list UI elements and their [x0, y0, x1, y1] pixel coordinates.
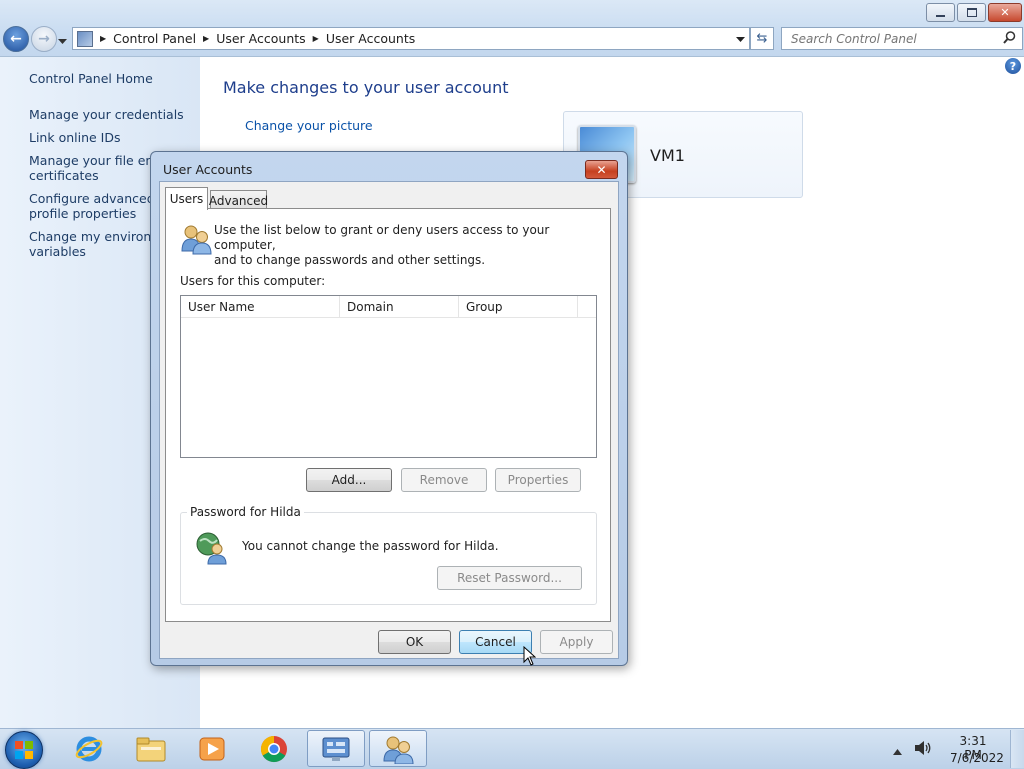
- clock-date[interactable]: 7/6/2022: [950, 751, 1004, 765]
- mouse-cursor-icon: [523, 645, 537, 669]
- close-window-button[interactable]: ✕: [988, 3, 1022, 22]
- search-box[interactable]: [781, 27, 1023, 50]
- breadcrumb-item[interactable]: Control Panel: [113, 31, 196, 46]
- search-icon[interactable]: [1003, 30, 1016, 47]
- password-group-title: Password for Hilda: [187, 505, 304, 519]
- address-dropdown-icon[interactable]: [736, 32, 745, 46]
- windows-logo-icon: [15, 741, 33, 759]
- chrome-icon: [260, 735, 287, 762]
- column-header-filler: [578, 296, 596, 318]
- help-icon[interactable]: ?: [1005, 58, 1021, 74]
- user-accounts-icon: [383, 736, 414, 764]
- dialog-client-area: Users Advanced Use the list below to gra…: [159, 181, 619, 659]
- breadcrumb-item[interactable]: User Accounts: [326, 31, 415, 46]
- refresh-button[interactable]: ⇆: [750, 27, 774, 50]
- taskbar-user-accounts[interactable]: [369, 730, 427, 767]
- restore-icon: [966, 8, 977, 17]
- forward-arrow-icon: →: [38, 31, 50, 47]
- internet-explorer-icon: [75, 736, 103, 761]
- user-globe-icon: [195, 531, 229, 568]
- taskbar-file-explorer[interactable]: [122, 730, 180, 767]
- users-list-label: Users for this computer:: [180, 274, 326, 288]
- users-tab-panel: Use the list below to grant or deny user…: [165, 208, 611, 622]
- user-accounts-dialog: User Accounts ✕ Users Advanced Use the l…: [150, 151, 628, 666]
- search-input[interactable]: [789, 30, 1003, 47]
- remove-user-button[interactable]: Remove: [401, 468, 487, 492]
- control-panel-icon: [322, 737, 350, 761]
- cancel-button[interactable]: Cancel: [459, 630, 532, 654]
- change-picture-link[interactable]: Change your picture: [245, 118, 373, 133]
- dialog-close-button[interactable]: ✕: [585, 160, 618, 179]
- properties-button[interactable]: Properties: [495, 468, 581, 492]
- recent-pages-chevron-icon[interactable]: [58, 34, 67, 48]
- column-header-domain[interactable]: Domain: [340, 296, 459, 318]
- manage-credentials-link[interactable]: Manage your credentials: [29, 107, 184, 122]
- breadcrumb-chevron-icon: ▶: [203, 34, 210, 43]
- back-arrow-icon: ←: [10, 31, 22, 47]
- users-icon: [180, 223, 212, 258]
- column-header-group[interactable]: Group: [459, 296, 578, 318]
- control-panel-small-icon: [77, 30, 93, 47]
- page-title: Make changes to your user account: [223, 78, 509, 97]
- taskbar-media-player[interactable]: [183, 730, 241, 767]
- taskbar: 3:31 PM 7/6/2022: [0, 728, 1024, 769]
- forward-button[interactable]: →: [31, 26, 57, 52]
- window-titlebar: ✕ ← → ▶ Control Panel ▶ User Accounts ▶ …: [0, 0, 1024, 57]
- tab-advanced[interactable]: Advanced: [209, 190, 268, 210]
- show-hidden-icons-icon[interactable]: [893, 744, 902, 758]
- volume-icon[interactable]: [914, 740, 932, 759]
- ok-button[interactable]: OK: [378, 630, 451, 654]
- minimize-button[interactable]: [926, 3, 955, 22]
- users-list[interactable]: User Name Domain Group: [180, 295, 597, 458]
- add-user-button[interactable]: Add...: [306, 468, 392, 492]
- close-icon: ✕: [1000, 6, 1010, 19]
- file-explorer-icon: [136, 737, 166, 761]
- users-intro-text: Use the list below to grant or deny user…: [214, 223, 550, 267]
- account-name: VM1: [650, 146, 685, 165]
- reset-password-button[interactable]: Reset Password...: [437, 566, 582, 590]
- taskbar-chrome[interactable]: [245, 730, 303, 767]
- media-player-icon: [199, 737, 225, 760]
- breadcrumb-item[interactable]: User Accounts: [216, 31, 305, 46]
- minimize-icon: [936, 14, 945, 17]
- restore-button[interactable]: [957, 3, 986, 22]
- tab-users[interactable]: Users: [165, 187, 208, 210]
- apply-button[interactable]: Apply: [540, 630, 613, 654]
- breadcrumb-chevron-icon: ▶: [312, 34, 319, 43]
- refresh-icon: ⇆: [756, 31, 768, 46]
- password-message: You cannot change the password for Hilda…: [242, 539, 499, 553]
- show-desktop-button[interactable]: [1010, 730, 1024, 768]
- taskbar-control-panel[interactable]: [307, 730, 365, 767]
- taskbar-internet-explorer[interactable]: [60, 730, 118, 767]
- dialog-title: User Accounts: [163, 162, 253, 177]
- address-bar[interactable]: ▶ Control Panel ▶ User Accounts ▶ User A…: [72, 27, 750, 50]
- control-panel-home-link[interactable]: Control Panel Home: [29, 71, 153, 86]
- breadcrumb-chevron-icon: ▶: [100, 34, 107, 43]
- back-button[interactable]: ←: [3, 26, 29, 52]
- link-online-ids-link[interactable]: Link online IDs: [29, 130, 121, 145]
- column-header-user-name[interactable]: User Name: [181, 296, 340, 318]
- password-groupbox: Password for Hilda You cannot change the…: [180, 505, 597, 605]
- start-button[interactable]: [5, 731, 43, 769]
- close-icon: ✕: [596, 162, 607, 177]
